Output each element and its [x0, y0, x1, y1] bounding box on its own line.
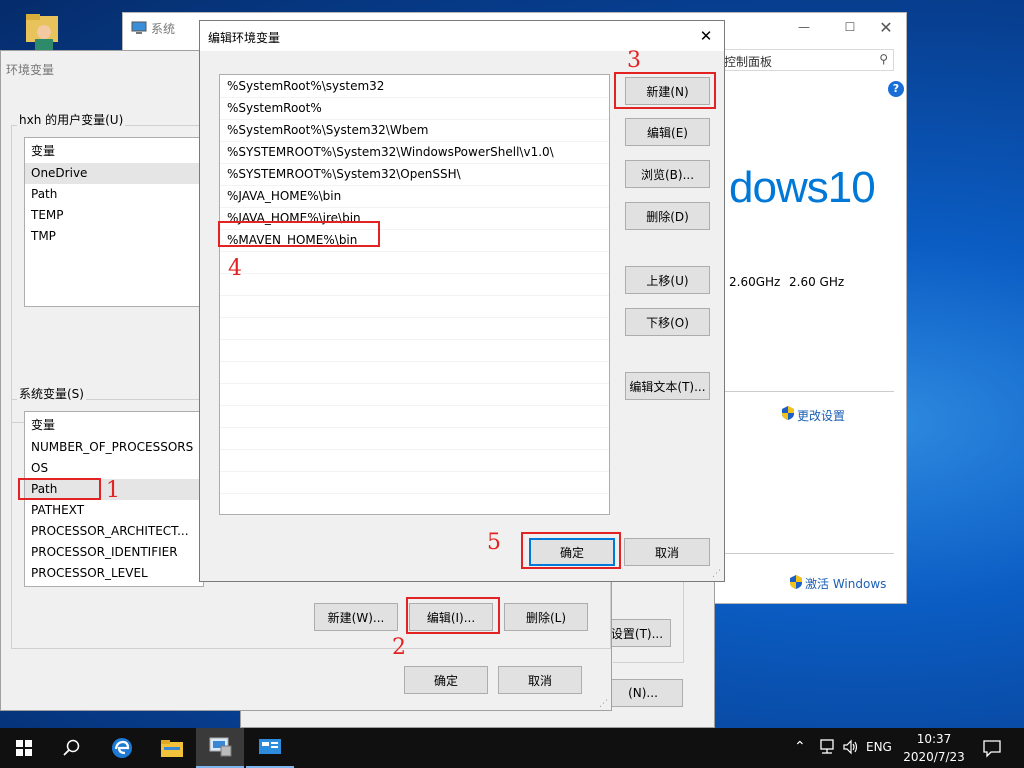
shield-icon [781, 406, 795, 420]
user-var-row[interactable]: OneDrive [25, 163, 203, 184]
groupbox-frame [613, 571, 684, 663]
path-row[interactable]: %JAVA_HOME%\bin [220, 186, 609, 208]
user-vars-label: hxh 的用户变量(U) [17, 111, 126, 128]
env-window-title: 环境变量 [6, 63, 55, 77]
windows10-brand: dows10 [729, 163, 876, 212]
path-row[interactable]: %SYSTEMROOT%\System32\OpenSSH\ [220, 164, 609, 186]
edit-dialog-title: 编辑环境变量 [208, 31, 281, 45]
edge-browser-icon[interactable] [98, 728, 146, 768]
path-edit-button[interactable]: 编辑(E) [625, 118, 710, 146]
annotation-number-1: 1 [106, 478, 120, 503]
minimize-button[interactable]: — [781, 13, 827, 41]
system-window-title: 系统 [151, 22, 176, 36]
sys-var-row[interactable]: NUMBER_OF_PROCESSORS [25, 437, 203, 458]
sys-vars-label: 系统变量(S) [17, 385, 86, 402]
path-row-empty[interactable] [220, 450, 609, 472]
desktop-user-folder-icon[interactable] [22, 10, 62, 52]
close-window-button[interactable]: ✕ [863, 13, 909, 41]
path-row-empty[interactable] [220, 384, 609, 406]
user-vars-column-header[interactable]: 变量 [25, 140, 204, 162]
path-list[interactable]: %SystemRoot%\system32 %SystemRoot% %Syst… [219, 74, 610, 516]
user-var-row[interactable]: TMP [25, 226, 203, 247]
path-row-empty[interactable] [220, 340, 609, 362]
path-row-empty[interactable] [220, 274, 609, 296]
sys-var-row[interactable]: PROCESSOR_LEVEL [25, 563, 203, 584]
sys-var-row[interactable]: OS [25, 458, 203, 479]
path-row-empty[interactable] [220, 406, 609, 428]
clock-date[interactable]: 2020/7/23 [900, 750, 968, 764]
activate-windows-link[interactable]: 激活 Windows [805, 575, 886, 592]
help-icon[interactable]: ? [888, 81, 904, 97]
env-cancel-button[interactable]: 取消 [498, 666, 582, 694]
path-row[interactable]: %SystemRoot% [220, 98, 609, 120]
path-row-empty[interactable] [220, 252, 609, 274]
search-icon[interactable] [48, 728, 96, 768]
sys-var-row[interactable]: PROCESSOR_IDENTIFIER [25, 542, 203, 563]
network-icon[interactable] [818, 738, 836, 756]
address-bar[interactable]: 控制面板 ⚲ [719, 49, 894, 71]
cpu-speed-2: 2.60 GHz [789, 275, 845, 289]
path-row-empty[interactable] [220, 318, 609, 340]
path-delete-button[interactable]: 删除(D) [625, 202, 710, 230]
annotation-number-5: 5 [487, 530, 501, 555]
input-language[interactable]: ENG [866, 740, 892, 754]
system-taskbar-app-icon[interactable] [196, 728, 244, 768]
sys-vars-column-header[interactable]: 变量 [25, 414, 204, 436]
user-var-row[interactable]: Path [25, 184, 203, 205]
path-row-empty[interactable] [220, 494, 609, 516]
divider-line [719, 391, 894, 392]
chevron-up-icon[interactable]: ⌃ [794, 739, 806, 755]
start-windows-icon[interactable] [0, 728, 48, 768]
close-icon[interactable]: ✕ [694, 25, 718, 47]
path-move-down-button[interactable]: 下移(O) [625, 308, 710, 336]
shield-icon [789, 575, 803, 589]
path-browse-button[interactable]: 浏览(B)... [625, 160, 710, 188]
annotation-box-new [614, 72, 716, 109]
notification-icon[interactable] [982, 738, 1002, 758]
annotation-number-3: 3 [627, 48, 641, 73]
file-explorer-icon[interactable] [148, 728, 196, 768]
path-row[interactable]: %SystemRoot%\system32 [220, 76, 609, 98]
path-row-empty[interactable] [220, 362, 609, 384]
system-window-icon [131, 21, 147, 35]
path-edit-text-button[interactable]: 编辑文本(T)... [625, 372, 710, 400]
sys-new-button[interactable]: 新建(W)... [314, 603, 398, 631]
path-row[interactable]: %SystemRoot%\System32\Wbem [220, 120, 609, 142]
sys-var-row[interactable]: PATHEXT [25, 500, 203, 521]
path-row-empty[interactable] [220, 472, 609, 494]
user-var-row[interactable]: TEMP [25, 205, 203, 226]
annotation-box-ok [521, 532, 621, 569]
divider-line [719, 553, 894, 554]
path-row-empty[interactable] [220, 296, 609, 318]
sys-delete-button[interactable]: 删除(L) [504, 603, 588, 631]
env-ok-button[interactable]: 确定 [404, 666, 488, 694]
annotation-box-path [18, 478, 101, 500]
search-icon: ⚲ [879, 52, 888, 66]
dialog-cancel-button[interactable]: 取消 [624, 538, 710, 566]
user-vars-list[interactable]: 变量 OneDrive Path TEMP TMP [24, 137, 204, 307]
env-new-partial-button[interactable]: (N)... [603, 679, 683, 707]
cpu-speed-1: 2.60GHz [729, 275, 781, 289]
resize-grip-icon[interactable]: ⋰ [712, 569, 721, 579]
change-settings-link[interactable]: 更改设置 [797, 407, 845, 424]
clock-time[interactable]: 10:37 [904, 732, 964, 746]
annotation-number-4: 4 [228, 256, 242, 281]
annotation-box-edit [406, 597, 500, 634]
volume-icon[interactable] [842, 738, 860, 756]
settings-button[interactable]: 设置(T)... [603, 619, 671, 647]
sys-var-row[interactable]: PROCESSOR_ARCHITECT... [25, 521, 203, 542]
path-row[interactable]: %SYSTEMROOT%\System32\WindowsPowerShell\… [220, 142, 609, 164]
address-text: 控制面板 [724, 55, 773, 69]
control-panel-taskbar-icon[interactable] [246, 728, 294, 768]
path-row-empty[interactable] [220, 428, 609, 450]
resize-grip-icon[interactable]: ⋰ [599, 699, 608, 709]
annotation-number-2: 2 [392, 635, 406, 660]
annotation-box-maven-path [218, 221, 380, 247]
path-move-up-button[interactable]: 上移(U) [625, 266, 710, 294]
